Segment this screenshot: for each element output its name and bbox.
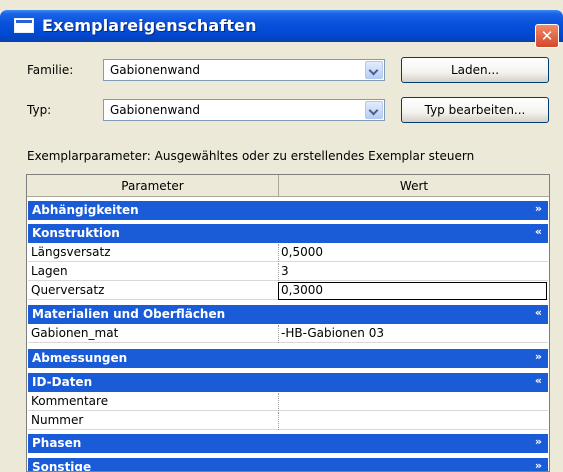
group-label: Abhängigkeiten xyxy=(32,203,139,217)
column-divider xyxy=(278,263,279,281)
typ-value: Gabionenwand xyxy=(110,103,200,117)
chevron-up-icon[interactable]: « xyxy=(535,374,542,387)
grid-header: Parameter Wert xyxy=(27,175,549,197)
param-value[interactable]: 0,3000 xyxy=(281,283,323,297)
group-label: Materialien und Oberflächen xyxy=(32,307,226,321)
param-name: Nummer xyxy=(31,413,84,427)
group-label: Phasen xyxy=(32,436,82,450)
close-icon: ✕ xyxy=(540,27,554,45)
group-sonstige[interactable]: Sonstige » xyxy=(28,458,548,472)
laden-button[interactable]: Laden... xyxy=(401,57,549,83)
dialog-window: Exemplareigenschaften ✕ Familie: Gabione… xyxy=(0,0,563,472)
chevron-down-icon[interactable] xyxy=(365,61,383,79)
group-materialien[interactable]: Materialien und Oberflächen « xyxy=(28,305,548,324)
chevron-down-icon[interactable] xyxy=(365,101,383,119)
table-row-selected[interactable]: Querversatz 0,3000 xyxy=(28,282,548,300)
group-label: Sonstige xyxy=(32,460,92,472)
group-phasen[interactable]: Phasen » xyxy=(28,434,548,453)
param-value[interactable]: 3 xyxy=(281,264,289,278)
familie-label: Familie: xyxy=(27,63,74,77)
chevron-down-icon[interactable]: » xyxy=(535,202,542,215)
group-konstruktion[interactable]: Konstruktion « xyxy=(28,224,548,243)
typ-dropdown[interactable]: Gabionenwand xyxy=(103,99,385,121)
exemplarparameter-hint: Exemplarparameter: Ausgewähltes oder zu … xyxy=(27,149,475,163)
param-name: Querversatz xyxy=(31,283,105,297)
param-value[interactable]: 0,5000 xyxy=(281,245,323,259)
close-button[interactable]: ✕ xyxy=(535,24,559,48)
table-row[interactable]: Gabionen_mat -HB-Gabionen 03 xyxy=(28,325,548,343)
param-name: Längsversatz xyxy=(31,245,111,259)
column-divider xyxy=(278,393,279,411)
chevron-down-icon[interactable]: » xyxy=(535,435,542,448)
value-edit-field[interactable]: 0,3000 xyxy=(278,282,547,300)
typ-label: Typ: xyxy=(27,103,52,117)
column-divider xyxy=(278,325,279,343)
column-divider xyxy=(278,244,279,262)
familie-value: Gabionenwand xyxy=(110,63,200,77)
column-header-wert[interactable]: Wert xyxy=(279,175,549,197)
group-id-daten[interactable]: ID-Daten « xyxy=(28,373,548,392)
parameter-grid: Parameter Wert Abhängigkeiten » Konstruk… xyxy=(26,174,550,472)
param-name: Lagen xyxy=(31,264,68,278)
chevron-down-icon[interactable]: » xyxy=(535,459,542,471)
param-name: Gabionen_mat xyxy=(31,326,119,340)
group-abmessungen[interactable]: Abmessungen » xyxy=(28,349,548,368)
chevron-up-icon[interactable]: « xyxy=(535,306,542,319)
table-row[interactable]: Nummer xyxy=(28,412,548,430)
title-bar[interactable]: Exemplareigenschaften ✕ xyxy=(0,10,563,48)
typ-bearbeiten-button[interactable]: Typ bearbeiten... xyxy=(401,97,549,123)
table-row[interactable]: Kommentare xyxy=(28,393,548,411)
table-row[interactable]: Längsversatz 0,5000 xyxy=(28,244,548,262)
param-name: Kommentare xyxy=(31,394,109,408)
window-icon xyxy=(14,18,34,33)
param-value[interactable]: -HB-Gabionen 03 xyxy=(281,326,384,340)
group-label: Abmessungen xyxy=(32,351,128,365)
group-label: Konstruktion xyxy=(32,226,120,240)
window-title: Exemplareigenschaften xyxy=(42,16,257,35)
column-header-parameter[interactable]: Parameter xyxy=(27,175,279,197)
group-abhaengigkeiten[interactable]: Abhängigkeiten » xyxy=(28,201,548,220)
table-row[interactable]: Lagen 3 xyxy=(28,263,548,281)
group-label: ID-Daten xyxy=(32,375,93,389)
chevron-down-icon[interactable]: » xyxy=(535,350,542,363)
familie-dropdown[interactable]: Gabionenwand xyxy=(103,59,385,81)
chevron-up-icon[interactable]: « xyxy=(535,225,542,238)
column-divider xyxy=(278,412,279,430)
